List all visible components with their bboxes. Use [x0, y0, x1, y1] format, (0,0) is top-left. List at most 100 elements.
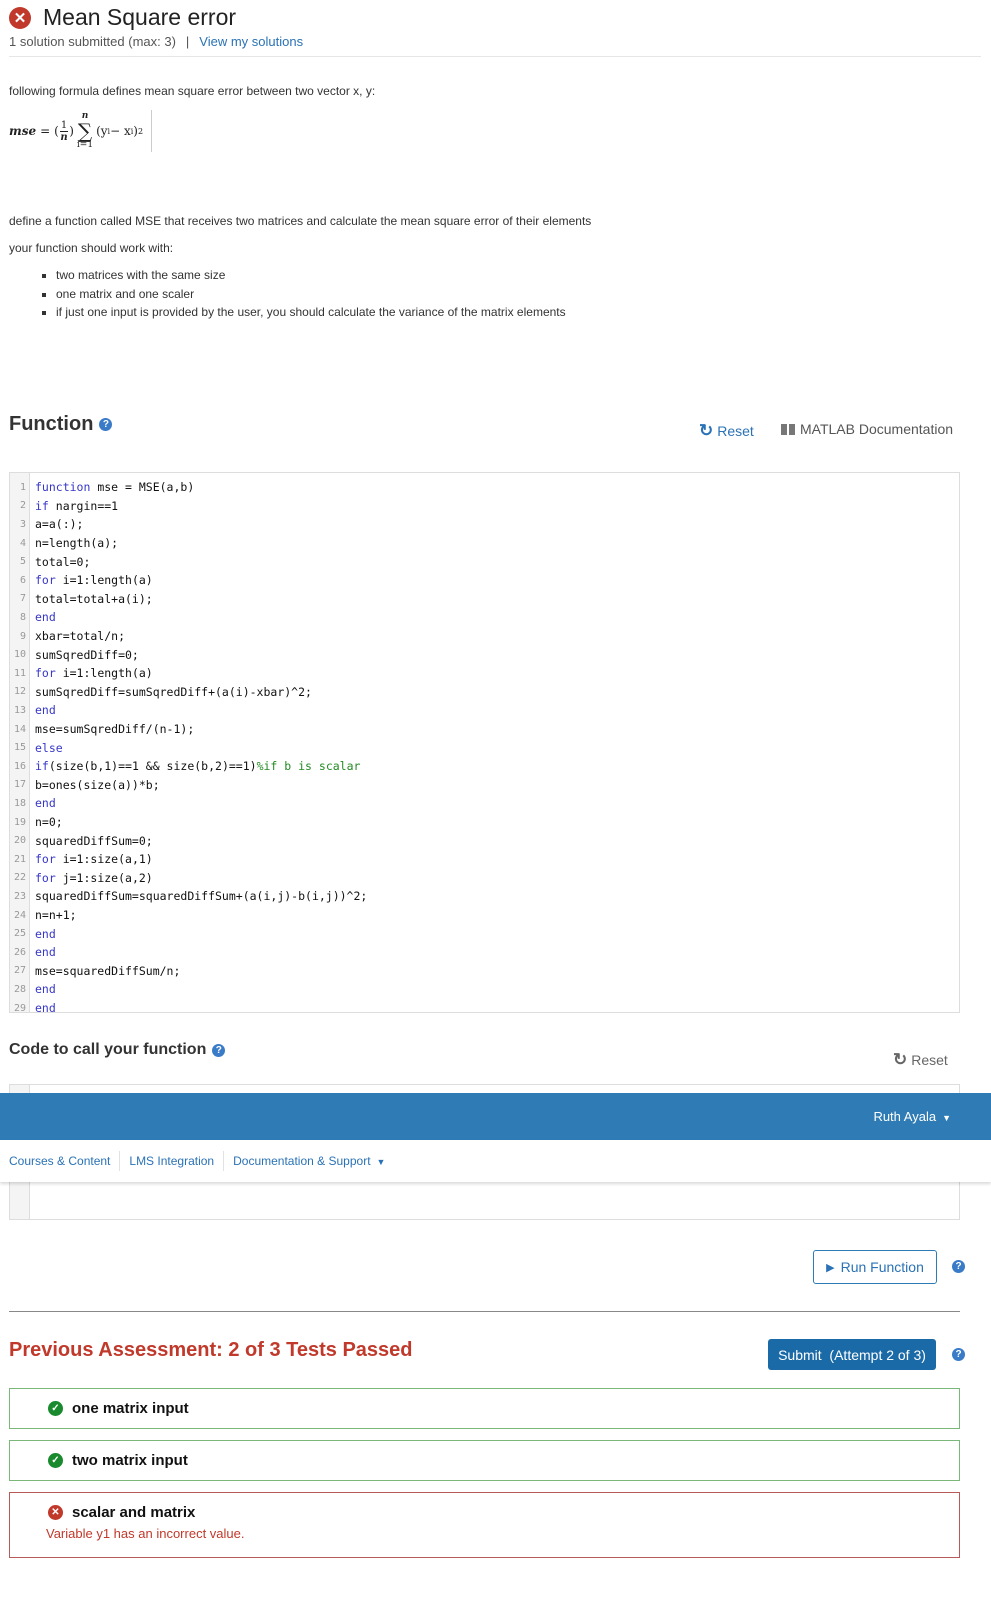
keyword-token: for — [35, 870, 56, 885]
code-text: end — [30, 945, 56, 959]
reset-label: Reset — [911, 1052, 948, 1068]
code-text: for i=1:length(a) — [30, 666, 153, 680]
help-icon[interactable]: ? — [99, 418, 113, 431]
function-reset-button[interactable]: ↻ Reset — [699, 421, 754, 441]
call-reset-button[interactable]: ↻ Reset — [893, 1050, 948, 1070]
code-token: n=n+1; — [35, 908, 77, 923]
line-number: 17 — [13, 779, 26, 791]
submit-button[interactable]: Submit (Attempt 2 of 3) — [768, 1339, 936, 1370]
code-line[interactable]: 24 n=n+1; — [10, 906, 77, 925]
code-token: nargin==1 — [48, 498, 119, 513]
code-line[interactable]: 6 for i=1:length(a) — [10, 571, 153, 590]
code-text: end — [30, 610, 56, 624]
code-line[interactable]: 14 mse=sumSqredDiff/(n-1); — [10, 720, 194, 739]
code-line[interactable]: 12 sumSqredDiff=sumSqredDiff+(a(i)-xbar)^… — [10, 683, 312, 702]
help-icon[interactable]: ? — [212, 1043, 226, 1057]
line-number: 18 — [13, 797, 26, 809]
code-line[interactable]: 21 for i=1:size(a,1) — [10, 850, 153, 869]
task-text: define a function called MSE that receiv… — [9, 214, 592, 228]
code-token: squaredDiffSum=0; — [35, 833, 153, 848]
nav-courses-content[interactable]: Courses & Content — [9, 1151, 121, 1171]
code-line[interactable]: 11 for i=1:length(a) — [10, 664, 153, 683]
run-function-button[interactable]: ▶ Run Function — [813, 1250, 937, 1284]
keyword-token: for — [35, 573, 56, 588]
line-number: 19 — [13, 816, 26, 828]
secondary-navigation: Courses & Content LMS Integration Docume… — [0, 1140, 991, 1182]
code-line[interactable]: 26 end — [10, 943, 56, 962]
nav-documentation-label: Documentation & Support — [233, 1153, 371, 1168]
function-code-editor[interactable]: 1 function mse = MSE(a,b) 2 if nargin==1 3 a=… — [9, 472, 960, 1015]
code-line[interactable]: 16 if(size(b,1)==1 && size(b,2)==1)%if b … — [10, 757, 360, 776]
line-number: 20 — [13, 835, 26, 847]
keyword-token: end — [35, 982, 56, 997]
code-line[interactable]: 18 end — [10, 794, 56, 813]
code-line[interactable]: 4 n=length(a); — [10, 534, 118, 553]
help-icon[interactable]: ? — [952, 1260, 965, 1273]
nav-lms-integration[interactable]: LMS Integration — [120, 1151, 225, 1171]
code-line[interactable]: 19 n=0; — [10, 813, 63, 832]
code-text: a=a(:); — [30, 517, 83, 531]
formula-minus: − x — [110, 124, 131, 138]
line-number: 16 — [13, 760, 26, 772]
user-menu[interactable]: Ruth Ayala ▼ — [873, 1109, 951, 1124]
separator: | — [185, 34, 190, 49]
line-number: 8 — [19, 611, 26, 623]
code-line[interactable]: 1 function mse = MSE(a,b) — [10, 478, 194, 497]
code-text: end — [30, 927, 56, 941]
line-number: 5 — [19, 556, 26, 568]
code-line[interactable]: 5 total=0; — [10, 552, 90, 571]
divider — [9, 56, 981, 57]
line-number: 23 — [13, 890, 26, 902]
line-number: 2 — [19, 500, 26, 512]
keyword-token: end — [35, 926, 56, 941]
line-number: 4 — [19, 537, 26, 549]
view-solutions-link[interactable]: View my solutions — [199, 34, 303, 49]
line-number: 10 — [13, 649, 26, 661]
code-text: total=total+a(i); — [30, 592, 153, 606]
code-text: function mse = MSE(a,b) — [30, 480, 194, 494]
code-line[interactable]: 22 for j=1:size(a,2) — [10, 869, 153, 888]
nav-documentation-support[interactable]: Documentation & Support ▼ — [224, 1151, 394, 1172]
code-text: for i=1:length(a) — [30, 573, 153, 587]
code-line[interactable]: 3 a=a(:); — [10, 515, 84, 534]
line-number: 3 — [19, 518, 26, 530]
submission-info: 1 solution submitted (max: 3) | View my so… — [9, 34, 303, 49]
code-line[interactable]: 2 if nargin==1 — [10, 497, 118, 516]
code-line[interactable]: 10 sumSqredDiff=0; — [10, 645, 139, 664]
keyword-token: function — [35, 480, 91, 495]
code-text: total=0; — [30, 555, 90, 569]
fraction-denominator: n — [60, 131, 68, 143]
matlab-documentation-link[interactable]: MATLAB Documentation — [781, 421, 953, 437]
code-line[interactable]: 8 end — [10, 608, 56, 627]
keyword-token: end — [35, 796, 56, 811]
comment-token: %if b is scalar — [256, 759, 361, 774]
code-text: sumSqredDiff=0; — [30, 648, 139, 662]
problem-header: ✕ Mean Square error — [9, 4, 236, 31]
line-number: 15 — [13, 742, 26, 754]
code-line[interactable]: 25 end — [10, 924, 56, 943]
test-result-passed[interactable]: ✓ one matrix input — [9, 1388, 960, 1429]
check-circle-icon: ✓ — [48, 1453, 63, 1468]
code-line[interactable]: 17 b=ones(size(a))*b; — [10, 776, 160, 795]
help-icon[interactable]: ? — [952, 1348, 965, 1361]
code-line[interactable]: 20 squaredDiffSum=0; — [10, 831, 153, 850]
code-token: xbar=total/n; — [35, 629, 126, 644]
superscript: 2 — [137, 126, 144, 136]
problem-title: Mean Square error — [43, 4, 237, 30]
test-name: scalar and matrix — [72, 1504, 196, 1521]
test-result-failed[interactable]: ✕ scalar and matrix Variable y1 has an i… — [9, 1492, 960, 1558]
code-line[interactable]: 15 else — [10, 738, 63, 757]
code-line[interactable]: 7 total=total+a(i); — [10, 590, 153, 609]
code-line[interactable]: 27 mse=squaredDiffSum/n; — [10, 962, 180, 981]
code-text: n=0; — [30, 815, 63, 829]
code-line[interactable]: 23 squaredDiffSum=squaredDiffSum+(a(i,j)-… — [10, 887, 367, 906]
divider — [9, 1311, 960, 1312]
line-number: 7 — [19, 593, 26, 605]
line-number: 21 — [13, 853, 26, 865]
code-line[interactable]: 29 end — [10, 999, 56, 1018]
formula-sum: n ∑ i=1 — [77, 112, 93, 150]
test-result-passed[interactable]: ✓ two matrix input — [9, 1440, 960, 1481]
code-line[interactable]: 28 end — [10, 980, 56, 999]
code-line[interactable]: 9 xbar=total/n; — [10, 627, 125, 646]
code-line[interactable]: 13 end — [10, 701, 56, 720]
